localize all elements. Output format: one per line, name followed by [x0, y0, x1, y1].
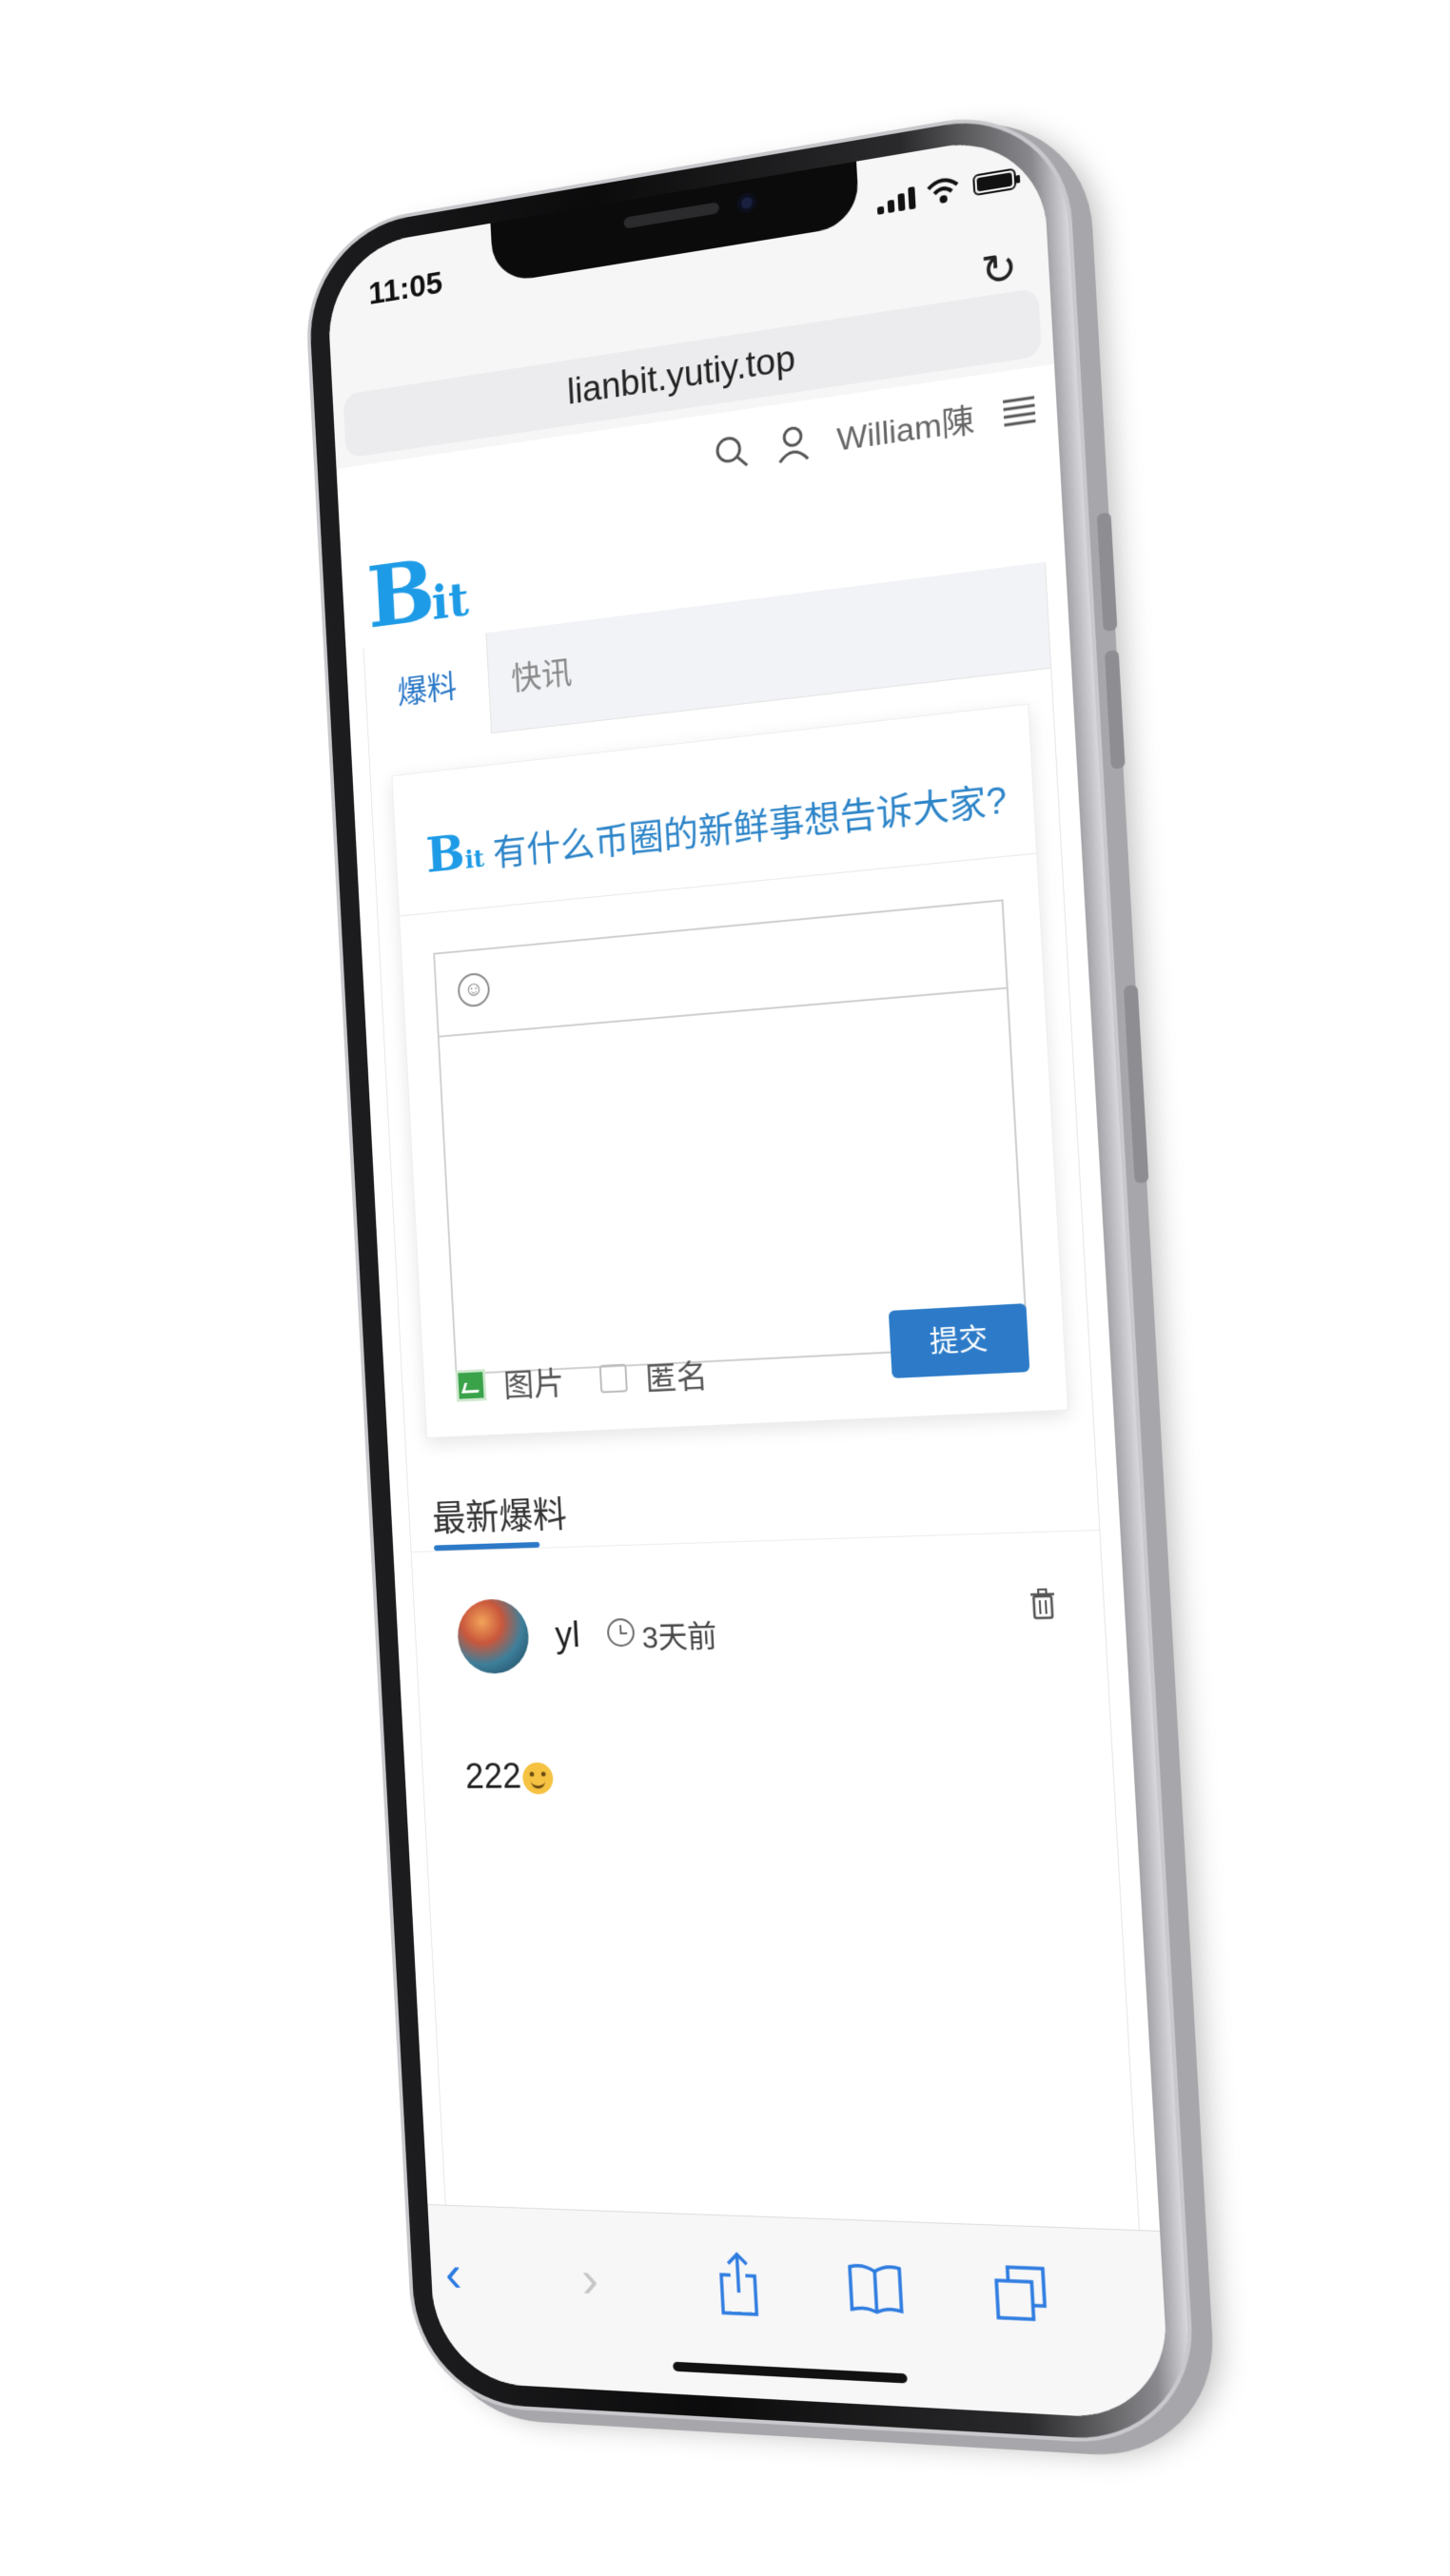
site-logo[interactable]: Bit [364, 540, 470, 648]
volume-button [1096, 512, 1118, 633]
composer-prompt: 有什么币圈的新鲜事想告诉大家? [492, 780, 1009, 874]
smile-emoji-icon [521, 1762, 555, 1795]
tab-news-tips[interactable]: 爆料 [363, 633, 493, 749]
book-icon[interactable] [846, 2263, 906, 2316]
emoji-icon[interactable]: ☺ [457, 971, 491, 1008]
content-container: 爆料 快讯 Bit 有什么币圈的新鲜事想告诉大家? ☺ 图片 匿名 提交 最新爆… [362, 561, 1140, 2232]
feed-title: 最新爆料 [431, 1494, 568, 1539]
status-time: 11:05 [367, 264, 443, 312]
post-editor[interactable]: ☺ [433, 899, 1029, 1376]
menu-icon[interactable] [1001, 393, 1038, 429]
composer-logo: Bit [424, 824, 485, 885]
user-name[interactable]: William陳 [835, 394, 976, 460]
image-icon[interactable] [455, 1368, 487, 1402]
phone-device: 11:05 ↻ lianbit.yutiy.top Bit William陳 爆… [304, 105, 1195, 2445]
phone-screen: 11:05 ↻ lianbit.yutiy.top Bit William陳 爆… [324, 129, 1171, 2422]
chevron-right-icon[interactable]: › [579, 2248, 600, 2310]
speaker [623, 202, 720, 229]
post-time: 3天前 [640, 1618, 718, 1655]
anonymous-checkbox[interactable] [598, 1363, 628, 1394]
share-icon[interactable] [716, 2250, 761, 2318]
refresh-icon[interactable]: ↻ [980, 243, 1019, 298]
post-content: 222 [464, 1757, 555, 1798]
signal-icon [876, 186, 916, 215]
chevron-left-icon[interactable]: ‹ [443, 2243, 462, 2304]
avatar[interactable] [456, 1598, 531, 1675]
product-render: 11:05 ↻ lianbit.yutiy.top Bit William陳 爆… [0, 0, 1450, 2576]
clock-icon [606, 1618, 636, 1648]
feed-post: yl 3天前 222 [456, 1584, 1068, 1823]
home-indicator [673, 2361, 908, 2384]
power-button [1123, 985, 1149, 1184]
tabs-icon[interactable] [991, 2263, 1049, 2324]
front-camera [736, 191, 757, 214]
wifi-icon [926, 173, 960, 205]
image-label[interactable]: 图片 [502, 1357, 565, 1406]
submit-button[interactable]: 提交 [888, 1303, 1030, 1379]
battery-icon [972, 167, 1017, 197]
composer-card: Bit 有什么币圈的新鲜事想告诉大家? ☺ 图片 匿名 提交 [391, 703, 1069, 1439]
anonymous-label[interactable]: 匿名 [644, 1350, 709, 1399]
search-icon[interactable] [713, 430, 752, 473]
tab-flash-news[interactable]: 快讯 [477, 618, 607, 733]
volume-button [1104, 650, 1126, 770]
page-content: 爆料 快讯 Bit 有什么币圈的新鲜事想告诉大家? ☺ 图片 匿名 提交 最新爆… [345, 559, 1161, 2232]
user-icon[interactable] [775, 421, 812, 464]
trash-icon[interactable] [1029, 1588, 1057, 1620]
post-text: 222 [463, 1757, 522, 1797]
composer-header: Bit 有什么币圈的新鲜事想告诉大家? [392, 704, 1037, 917]
post-username[interactable]: yl [554, 1615, 580, 1656]
